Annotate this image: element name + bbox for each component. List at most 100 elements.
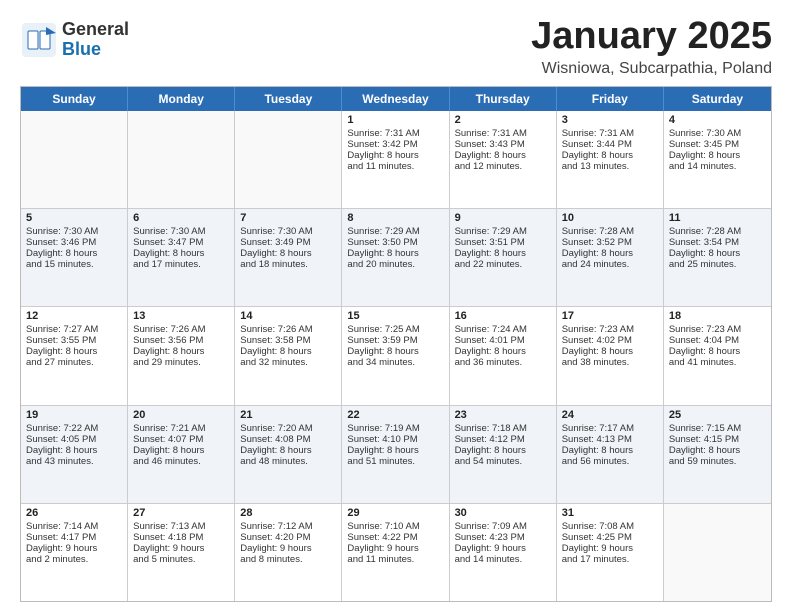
day-number: 25 — [669, 409, 766, 421]
calendar-cell-day-20: 20Sunrise: 7:21 AMSunset: 4:07 PMDayligh… — [128, 406, 235, 503]
day-info-line-0: Sunrise: 7:25 AM — [347, 324, 443, 335]
day-info-line-0: Sunrise: 7:14 AM — [26, 521, 122, 532]
day-info-line-2: Daylight: 8 hours — [562, 150, 658, 161]
day-info-line-3: and 11 minutes. — [347, 554, 443, 565]
day-number: 4 — [669, 114, 766, 126]
day-info-line-2: Daylight: 8 hours — [240, 445, 336, 456]
day-number: 6 — [133, 212, 229, 224]
day-info-line-3: and 43 minutes. — [26, 456, 122, 467]
day-info-line-0: Sunrise: 7:30 AM — [133, 226, 229, 237]
day-number: 26 — [26, 507, 122, 519]
day-info-line-2: Daylight: 9 hours — [26, 543, 122, 554]
calendar-cell-day-25: 25Sunrise: 7:15 AMSunset: 4:15 PMDayligh… — [664, 406, 771, 503]
header-day-sunday: Sunday — [21, 87, 128, 111]
day-info-line-1: Sunset: 3:46 PM — [26, 237, 122, 248]
day-info-line-3: and 11 minutes. — [347, 161, 443, 172]
day-info-line-3: and 59 minutes. — [669, 456, 766, 467]
day-info-line-3: and 14 minutes. — [455, 554, 551, 565]
day-info-line-1: Sunset: 4:22 PM — [347, 532, 443, 543]
day-number: 19 — [26, 409, 122, 421]
day-info-line-3: and 8 minutes. — [240, 554, 336, 565]
day-info-line-0: Sunrise: 7:31 AM — [455, 128, 551, 139]
calendar-cell-day-8: 8Sunrise: 7:29 AMSunset: 3:50 PMDaylight… — [342, 209, 449, 306]
day-info-line-3: and 34 minutes. — [347, 357, 443, 368]
header-day-friday: Friday — [557, 87, 664, 111]
day-number: 22 — [347, 409, 443, 421]
calendar-cell-empty-0-0 — [21, 111, 128, 208]
day-number: 12 — [26, 310, 122, 322]
day-info-line-2: Daylight: 8 hours — [347, 150, 443, 161]
day-info-line-1: Sunset: 3:42 PM — [347, 139, 443, 150]
day-info-line-1: Sunset: 3:51 PM — [455, 237, 551, 248]
calendar-row-1: 5Sunrise: 7:30 AMSunset: 3:46 PMDaylight… — [21, 208, 771, 306]
day-info-line-2: Daylight: 9 hours — [347, 543, 443, 554]
day-info-line-0: Sunrise: 7:08 AM — [562, 521, 658, 532]
day-info-line-0: Sunrise: 7:27 AM — [26, 324, 122, 335]
calendar-row-4: 26Sunrise: 7:14 AMSunset: 4:17 PMDayligh… — [21, 503, 771, 601]
header-day-wednesday: Wednesday — [342, 87, 449, 111]
calendar-cell-day-30: 30Sunrise: 7:09 AMSunset: 4:23 PMDayligh… — [450, 504, 557, 601]
day-info-line-1: Sunset: 3:50 PM — [347, 237, 443, 248]
day-info-line-1: Sunset: 4:01 PM — [455, 335, 551, 346]
day-info-line-0: Sunrise: 7:29 AM — [455, 226, 551, 237]
day-number: 5 — [26, 212, 122, 224]
page: General Blue January 2025 Wisniowa, Subc… — [0, 0, 792, 612]
month-title: January 2025 — [531, 16, 772, 58]
day-info-line-1: Sunset: 3:52 PM — [562, 237, 658, 248]
day-info-line-2: Daylight: 8 hours — [669, 346, 766, 357]
day-number: 21 — [240, 409, 336, 421]
day-info-line-0: Sunrise: 7:30 AM — [669, 128, 766, 139]
day-info-line-2: Daylight: 9 hours — [455, 543, 551, 554]
calendar: SundayMondayTuesdayWednesdayThursdayFrid… — [20, 86, 772, 602]
day-info-line-3: and 48 minutes. — [240, 456, 336, 467]
day-info-line-3: and 27 minutes. — [26, 357, 122, 368]
day-info-line-1: Sunset: 4:02 PM — [562, 335, 658, 346]
day-info-line-1: Sunset: 3:55 PM — [26, 335, 122, 346]
day-number: 1 — [347, 114, 443, 126]
calendar-cell-day-31: 31Sunrise: 7:08 AMSunset: 4:25 PMDayligh… — [557, 504, 664, 601]
day-info-line-3: and 5 minutes. — [133, 554, 229, 565]
calendar-cell-day-10: 10Sunrise: 7:28 AMSunset: 3:52 PMDayligh… — [557, 209, 664, 306]
calendar-cell-day-18: 18Sunrise: 7:23 AMSunset: 4:04 PMDayligh… — [664, 307, 771, 404]
header: General Blue January 2025 Wisniowa, Subc… — [20, 16, 772, 78]
calendar-cell-day-17: 17Sunrise: 7:23 AMSunset: 4:02 PMDayligh… — [557, 307, 664, 404]
calendar-cell-day-22: 22Sunrise: 7:19 AMSunset: 4:10 PMDayligh… — [342, 406, 449, 503]
day-info-line-0: Sunrise: 7:29 AM — [347, 226, 443, 237]
calendar-cell-day-1: 1 Sunrise: 7:31 AMSunset: 3:42 PMDaylight… — [342, 111, 449, 208]
calendar-cell-day-7: 7Sunrise: 7:30 AMSunset: 3:49 PMDaylight… — [235, 209, 342, 306]
calendar-cell-day-14: 14Sunrise: 7:26 AMSunset: 3:58 PMDayligh… — [235, 307, 342, 404]
day-info-line-2: Daylight: 8 hours — [669, 445, 766, 456]
day-number: 23 — [455, 409, 551, 421]
day-info-line-0: Sunrise: 7:31 AM — [347, 128, 443, 139]
day-info-line-2: Daylight: 8 hours — [133, 346, 229, 357]
title-block: January 2025 Wisniowa, Subcarpathia, Pol… — [531, 16, 772, 78]
day-info-line-0: Sunrise: 7:30 AM — [26, 226, 122, 237]
day-number: 7 — [240, 212, 336, 224]
day-number: 28 — [240, 507, 336, 519]
day-info-line-1: Sunset: 4:10 PM — [347, 434, 443, 445]
day-number: 29 — [347, 507, 443, 519]
day-info-line-1: Sunset: 4:07 PM — [133, 434, 229, 445]
day-info-line-3: and 41 minutes. — [669, 357, 766, 368]
header-day-tuesday: Tuesday — [235, 87, 342, 111]
day-info-line-2: Daylight: 8 hours — [347, 248, 443, 259]
calendar-row-3: 19Sunrise: 7:22 AMSunset: 4:05 PMDayligh… — [21, 405, 771, 503]
calendar-cell-day-4: 4Sunrise: 7:30 AMSunset: 3:45 PMDaylight… — [664, 111, 771, 208]
day-number: 27 — [133, 507, 229, 519]
header-day-saturday: Saturday — [664, 87, 771, 111]
day-info-line-2: Daylight: 8 hours — [133, 248, 229, 259]
day-info-line-2: Daylight: 9 hours — [562, 543, 658, 554]
day-info-line-3: and 51 minutes. — [347, 456, 443, 467]
calendar-cell-day-2: 2Sunrise: 7:31 AMSunset: 3:43 PMDaylight… — [450, 111, 557, 208]
day-info-line-0: Sunrise: 7:23 AM — [562, 324, 658, 335]
day-info-line-0: Sunrise: 7:15 AM — [669, 423, 766, 434]
day-info-line-2: Daylight: 8 hours — [240, 346, 336, 357]
day-number: 10 — [562, 212, 658, 224]
header-day-monday: Monday — [128, 87, 235, 111]
day-info-line-0: Sunrise: 7:21 AM — [133, 423, 229, 434]
day-number: 9 — [455, 212, 551, 224]
day-info-line-0: Sunrise: 7:10 AM — [347, 521, 443, 532]
day-info-line-1: Sunset: 3:58 PM — [240, 335, 336, 346]
day-info-line-1: Sunset: 3:45 PM — [669, 139, 766, 150]
day-info-line-2: Daylight: 8 hours — [455, 445, 551, 456]
